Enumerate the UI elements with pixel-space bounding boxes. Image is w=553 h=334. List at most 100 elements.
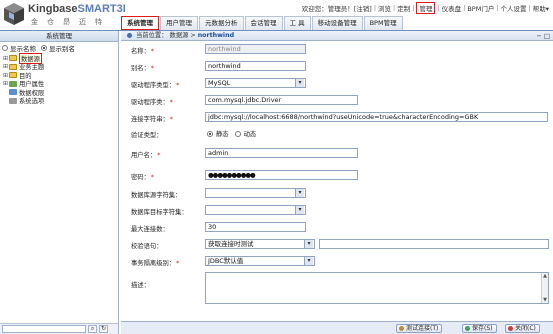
window-buttons: − □ xyxy=(536,32,550,41)
menu-bpm-portal[interactable]: BPM门户 xyxy=(467,3,494,13)
scroll-up-icon[interactable]: ▲ xyxy=(542,273,548,279)
refresh-icon[interactable]: ↻ xyxy=(99,325,108,333)
connection-string-field[interactable]: jdbc:mysql://localhost:6688/northwind?us… xyxy=(205,112,548,122)
top-menu: 欢迎您：管理员！[注销] | 浏览 | 定制 | 管理 | 仪表盘 | BPM门… xyxy=(301,2,549,14)
expand-icon[interactable]: ⊞ xyxy=(2,72,9,79)
breadcrumb-datasource[interactable]: 数据源 xyxy=(170,32,189,39)
minimize-icon[interactable]: − xyxy=(536,32,541,40)
radio-display-alias-label[interactable]: 显示别名 xyxy=(49,43,75,53)
alias-field[interactable]: northwind xyxy=(205,61,306,71)
target-charset-label: 数据库目标字符集： xyxy=(131,209,188,216)
sidebar-item-user-attributes[interactable]: ⊞ 用户属性 xyxy=(2,80,118,88)
textarea-scrollbar[interactable]: ▲ ▼ xyxy=(541,273,548,303)
expand-icon[interactable]: ⊞ xyxy=(2,80,9,87)
menu-personal-settings[interactable]: 个人设置 xyxy=(501,3,527,13)
plug-icon xyxy=(399,326,404,331)
radio-auth-static[interactable] xyxy=(207,130,213,137)
tab-bpm-management[interactable]: BPM管理 xyxy=(363,16,403,30)
breadcrumb: 当前位置： 数据源 > northwind − □ xyxy=(121,31,553,41)
db-icon xyxy=(9,89,17,96)
max-connections-label: 最大连接数： xyxy=(131,226,169,233)
db-charset-label: 数据库源字符集： xyxy=(131,192,182,199)
folder-icon xyxy=(9,55,17,62)
radio-auth-dynamic-label[interactable]: 动态 xyxy=(244,129,257,138)
gear-icon xyxy=(9,97,17,104)
name-field[interactable]: northwind xyxy=(205,44,306,54)
radio-display-name[interactable] xyxy=(2,45,8,51)
name-label: 名称：* xyxy=(131,48,155,55)
save-icon xyxy=(465,326,470,331)
search-icon[interactable]: ⌕ xyxy=(88,325,97,333)
username-label: 用户名：* xyxy=(131,152,161,159)
app-header: KingbaseSMART3I 金仓昂迈特 欢迎您：管理员！[注销] | 浏览 … xyxy=(0,0,553,31)
password-label: 密码：* xyxy=(131,174,155,181)
expand-icon[interactable]: ⊞ xyxy=(2,55,9,62)
driver-class-label: 驱动程序类：* xyxy=(131,99,173,106)
close-button[interactable]: 关闭(C) xyxy=(505,324,540,333)
radio-display-name-label[interactable]: 显示名称 xyxy=(10,43,36,53)
password-field[interactable]: ●●●●●●●●●● xyxy=(205,170,358,180)
form-footer: 测试连接(T) 保存(S) 关闭(C) xyxy=(121,321,553,334)
tab-user-management[interactable]: 用户管理 xyxy=(160,16,198,30)
connection-string-label: 连接字符串：* xyxy=(131,116,173,123)
username-field[interactable]: admin xyxy=(205,148,358,158)
tab-mobile-device-management[interactable]: 移动设备管理 xyxy=(311,16,363,30)
tab-system-management[interactable]: 系统管理 xyxy=(121,16,159,30)
sidebar-item-system-options[interactable]: 系统选项 xyxy=(2,97,118,106)
test-connection-button[interactable]: 测试连接(T) xyxy=(396,324,443,333)
radio-display-alias[interactable] xyxy=(41,45,47,51)
maximize-icon[interactable]: □ xyxy=(544,32,550,40)
sidebar-search-bar: ⌕ ↻ xyxy=(0,323,118,334)
main-panel: 当前位置： 数据源 > northwind − □ 名称：* northwind… xyxy=(121,31,553,334)
isolation-level-select[interactable]: JDBC默认值 xyxy=(205,256,315,266)
tab-metadata-analysis[interactable]: 元数据分析 xyxy=(199,16,244,30)
menu-browse[interactable]: 浏览 xyxy=(378,3,391,13)
brand-subtitle: 金仓昂迈特 xyxy=(31,18,111,26)
max-connections-field[interactable]: 30 xyxy=(205,222,306,232)
sidebar-item-label: 系统选项 xyxy=(19,98,45,106)
auth-type-radios: 静态 动态 xyxy=(207,129,256,138)
sidebar-search-input[interactable] xyxy=(2,325,86,333)
sidebar-item-data-permissions[interactable]: 数据权限 xyxy=(2,88,118,97)
folder-icon xyxy=(9,72,17,79)
expand-icon[interactable]: ⊞ xyxy=(2,63,9,70)
db-charset-select[interactable] xyxy=(205,188,306,198)
radio-auth-static-label[interactable]: 静态 xyxy=(216,129,229,138)
sidebar-title: 系统管理 xyxy=(0,31,118,42)
driver-class-field[interactable]: com.mysql.jdbc.Driver xyxy=(205,95,358,105)
close-icon xyxy=(508,326,513,331)
description-textarea[interactable]: ▲ ▼ xyxy=(205,272,549,304)
test-sql-select[interactable]: 获取连接时测试 xyxy=(205,239,315,249)
menu-customize[interactable]: 定制 xyxy=(397,3,410,13)
display-mode-radios: 显示名称 显示别名 xyxy=(0,42,118,54)
driver-type-label: 驱动程序类型：* xyxy=(131,82,180,89)
description-label: 描述： xyxy=(131,282,150,289)
radio-auth-dynamic[interactable] xyxy=(234,130,241,137)
tab-tools[interactable]: 工 具 xyxy=(283,16,311,30)
menu-manage[interactable]: 管理 xyxy=(416,2,436,14)
logo-cube-icon xyxy=(4,3,24,25)
driver-type-select[interactable]: MySQL xyxy=(205,78,306,88)
logo: KingbaseSMART3I 金仓昂迈特 xyxy=(3,2,126,29)
location-icon xyxy=(127,32,132,38)
sidebar-item-catalog[interactable]: ⊞ 目的 xyxy=(2,71,118,80)
save-button[interactable]: 保存(S) xyxy=(462,324,497,333)
brand-name: KingbaseSMART3I xyxy=(28,3,126,15)
test-sql-input[interactable] xyxy=(319,239,549,249)
folder-icon xyxy=(9,63,17,70)
target-charset-select[interactable] xyxy=(205,205,306,215)
scroll-down-icon[interactable]: ▼ xyxy=(542,297,548,303)
sidebar-item-business-topic[interactable]: ⊞ 业务主题 xyxy=(2,63,118,71)
main-tabs: 系统管理 用户管理 元数据分析 会话管理 工 具 移动设备管理 BPM管理 xyxy=(121,16,404,30)
sidebar-item-datasource[interactable]: ⊞ 数据源 xyxy=(2,52,118,64)
isolation-level-label: 事务隔离级别：* xyxy=(131,260,180,267)
menu-dashboard[interactable]: 仪表盘 xyxy=(442,3,462,13)
sidebar-tree: ⊞ 数据源 ⊞ 业务主题 ⊞ 目的 ⊞ 用户属性 数据权限 系统选项 xyxy=(0,52,118,106)
menu-help[interactable]: 帮助▾ xyxy=(533,3,549,13)
breadcrumb-current: northwind xyxy=(197,32,235,39)
auth-type-label: 验证类型： xyxy=(131,132,163,139)
tab-session-management[interactable]: 会话管理 xyxy=(244,16,283,30)
sidebar: 系统管理 显示名称 显示别名 ⊞ 数据源 ⊞ 业务主题 ⊞ 目的 ⊞ 用户属性 xyxy=(0,31,119,334)
test-sql-label: 校验语句： xyxy=(131,243,163,250)
welcome-text[interactable]: 欢迎您：管理员！[注销] xyxy=(302,3,372,13)
